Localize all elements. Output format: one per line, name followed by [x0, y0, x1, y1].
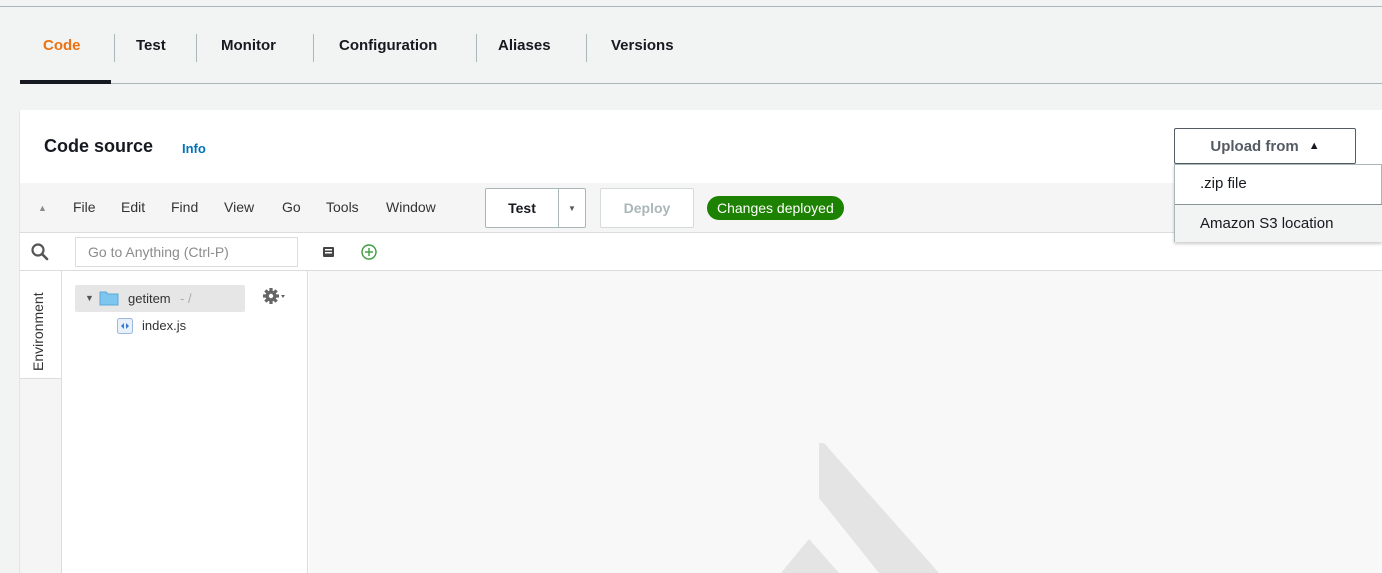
add-tab-icon[interactable] [360, 243, 378, 261]
editor-area[interactable] [309, 271, 1382, 573]
upload-from-menu: .zip file Amazon S3 location [1174, 164, 1382, 242]
upload-from-button[interactable]: Upload from ▲ [1174, 128, 1356, 164]
tab-divider [114, 34, 115, 62]
tab-aliases[interactable]: Aliases [498, 24, 551, 68]
tab-divider [586, 34, 587, 62]
test-dropdown-button[interactable]: ▼ [558, 188, 586, 228]
info-link[interactable]: Info [182, 141, 206, 156]
menu-find[interactable]: Find [171, 199, 198, 215]
folder-path: - / [180, 291, 192, 306]
file-tree: ▼ getitem - / index.js [62, 271, 308, 573]
go-to-anything-input[interactable] [75, 237, 298, 267]
menu-file[interactable]: File [73, 199, 96, 215]
status-badge: Changes deployed [707, 196, 844, 220]
environment-tab[interactable]: Environment [20, 271, 62, 379]
deploy-button: Deploy [600, 188, 694, 228]
file-name: index.js [142, 318, 187, 333]
gear-icon[interactable] [261, 285, 287, 307]
panel-title: Code source [44, 136, 154, 156]
menu-window[interactable]: Window [386, 199, 436, 215]
tab-configuration[interactable]: Configuration [339, 24, 437, 68]
tab-divider [313, 34, 314, 62]
caret-up-icon: ▲ [1308, 140, 1320, 152]
folder-name: getitem [128, 291, 171, 306]
menu-tools[interactable]: Tools [326, 199, 359, 215]
caret-down-icon: ▼ [568, 203, 576, 213]
tab-code[interactable]: Code [43, 24, 81, 68]
tab-divider [476, 34, 477, 62]
tab-test[interactable]: Test [136, 24, 166, 68]
menu-go[interactable]: Go [282, 199, 301, 215]
test-button[interactable]: Test [485, 188, 559, 228]
tab-divider [196, 34, 197, 62]
search-icon[interactable] [30, 242, 50, 262]
tab-versions[interactable]: Versions [611, 24, 674, 68]
collapse-toolbar-icon[interactable]: ▲ [38, 203, 47, 213]
menu-edit[interactable]: Edit [121, 199, 145, 215]
js-file-icon [117, 318, 133, 334]
folder-getitem[interactable]: ▼ getitem - / [75, 285, 245, 312]
ide-side-tabs: Environment [20, 271, 62, 573]
menu-view[interactable]: View [224, 199, 254, 215]
upload-s3-option[interactable]: Amazon S3 location [1175, 204, 1382, 242]
environment-tab-label: Environment [30, 292, 46, 371]
top-divider [0, 6, 1382, 7]
upload-zip-option[interactable]: .zip file [1175, 165, 1382, 203]
expand-triangle-icon[interactable]: ▼ [85, 293, 94, 303]
folder-icon [99, 291, 119, 306]
tab-monitor[interactable]: Monitor [221, 24, 276, 68]
lambda-logo-icon [779, 443, 939, 573]
function-tabs: Code Test Monitor Configuration Aliases … [20, 24, 1382, 84]
active-tab-indicator [20, 80, 111, 84]
upload-from-label: Upload from [1210, 137, 1299, 155]
file-tree-icon[interactable] [322, 245, 336, 259]
